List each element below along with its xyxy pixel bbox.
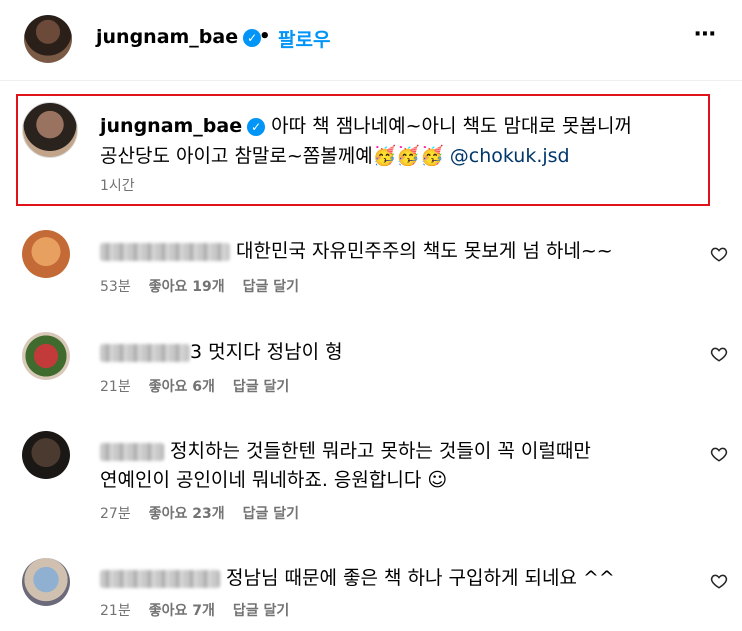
caption-line-1: jungnam_bae ✓ 아따 책 잼나네예~아니 책도 맘대로 못봅니꺼 bbox=[100, 111, 632, 138]
caption-timestamp[interactable]: 1시간 bbox=[100, 175, 135, 195]
comment-text: 정남님 때문에 좋은 책 하나 구입하게 되네요 ^^ bbox=[100, 563, 615, 590]
comment-meta: 21분 좋아요 6개 답글 달기 bbox=[100, 376, 289, 396]
comment-likes[interactable]: 좋아요 6개 bbox=[149, 379, 215, 395]
verified-badge-icon: ✓ bbox=[247, 117, 266, 136]
comment-time[interactable]: 21분 bbox=[100, 379, 131, 395]
party-emojis: 🥳🥳🥳 bbox=[372, 145, 444, 167]
caption-mention[interactable]: @chokuk.jsd bbox=[450, 145, 570, 167]
commenter-avatar[interactable] bbox=[22, 558, 70, 606]
caption-text-2: 공산당도 아이고 참말로~쫌볼께예 bbox=[100, 145, 373, 167]
caption-username[interactable]: jungnam_bae bbox=[100, 115, 242, 137]
comment-body: 정남님 때문에 좋은 책 하나 구입하게 되네요 ^^ bbox=[226, 567, 615, 589]
post-header: jungnam_bae ✓ • 팔로우 ⋯ bbox=[0, 0, 742, 80]
comment-body-line-2: 연예인이 공인이네 뭐네하죠. 응원합니다 ☺ bbox=[100, 469, 448, 491]
follow-button[interactable]: 팔로우 bbox=[278, 25, 330, 52]
comment-text: 3 멋지다 정남이 형 bbox=[100, 337, 343, 364]
commenter-username-blurred[interactable] bbox=[100, 442, 164, 461]
comment-time[interactable]: 53분 bbox=[100, 279, 131, 295]
like-heart-icon[interactable] bbox=[710, 445, 728, 463]
author-username[interactable]: jungnam_bae ✓ bbox=[96, 26, 262, 48]
comment-body: 대한민국 자유민주주의 책도 못보게 넘 하네~~ bbox=[236, 240, 613, 262]
comment-text: 정치하는 것들한텐 뭐라고 못하는 것들이 꼭 이럴때만 bbox=[100, 436, 591, 463]
comment-time[interactable]: 21분 bbox=[100, 603, 131, 619]
comment-likes[interactable]: 좋아요 23개 bbox=[149, 506, 225, 522]
commenter-username-blurred[interactable] bbox=[100, 343, 190, 362]
comment-likes[interactable]: 좋아요 19개 bbox=[149, 279, 225, 295]
reply-button[interactable]: 답글 달기 bbox=[233, 603, 289, 619]
comment-time[interactable]: 27분 bbox=[100, 506, 131, 522]
caption-text-1: 아따 책 잼나네예~아니 책도 맘대로 못봅니꺼 bbox=[271, 115, 632, 137]
commenter-username-blurred[interactable] bbox=[100, 242, 230, 261]
commenter-avatar[interactable] bbox=[22, 230, 70, 278]
reply-button[interactable]: 답글 달기 bbox=[233, 379, 289, 395]
comment-meta: 27분 좋아요 23개 답글 달기 bbox=[100, 503, 299, 523]
commenter-avatar[interactable] bbox=[22, 332, 70, 380]
like-heart-icon[interactable] bbox=[710, 345, 728, 363]
comment-body: 정치하는 것들한텐 뭐라고 못하는 것들이 꼭 이럴때만 bbox=[170, 440, 591, 462]
comment-meta: 21분 좋아요 7개 답글 달기 bbox=[100, 600, 289, 620]
reply-button[interactable]: 답글 달기 bbox=[243, 506, 299, 522]
caption-author-avatar[interactable] bbox=[22, 102, 78, 158]
header-divider bbox=[0, 80, 742, 81]
comment-likes[interactable]: 좋아요 7개 bbox=[149, 603, 215, 619]
like-heart-icon[interactable] bbox=[710, 245, 728, 263]
comment-body: 3 멋지다 정남이 형 bbox=[190, 341, 343, 363]
separator-dot: • bbox=[259, 26, 271, 47]
reply-button[interactable]: 답글 달기 bbox=[243, 279, 299, 295]
commenter-username-blurred[interactable] bbox=[100, 569, 220, 588]
author-avatar[interactable] bbox=[24, 15, 72, 63]
like-heart-icon[interactable] bbox=[710, 572, 728, 590]
comment-meta: 53분 좋아요 19개 답글 달기 bbox=[100, 276, 299, 296]
more-options-icon[interactable]: ⋯ bbox=[694, 22, 717, 47]
commenter-avatar[interactable] bbox=[22, 431, 70, 479]
author-username-text[interactable]: jungnam_bae bbox=[96, 26, 238, 48]
comment-text: 대한민국 자유민주주의 책도 못보게 넘 하네~~ bbox=[100, 236, 613, 263]
caption-line-2: 공산당도 아이고 참말로~쫌볼께예🥳🥳🥳 @chokuk.jsd bbox=[100, 141, 570, 168]
